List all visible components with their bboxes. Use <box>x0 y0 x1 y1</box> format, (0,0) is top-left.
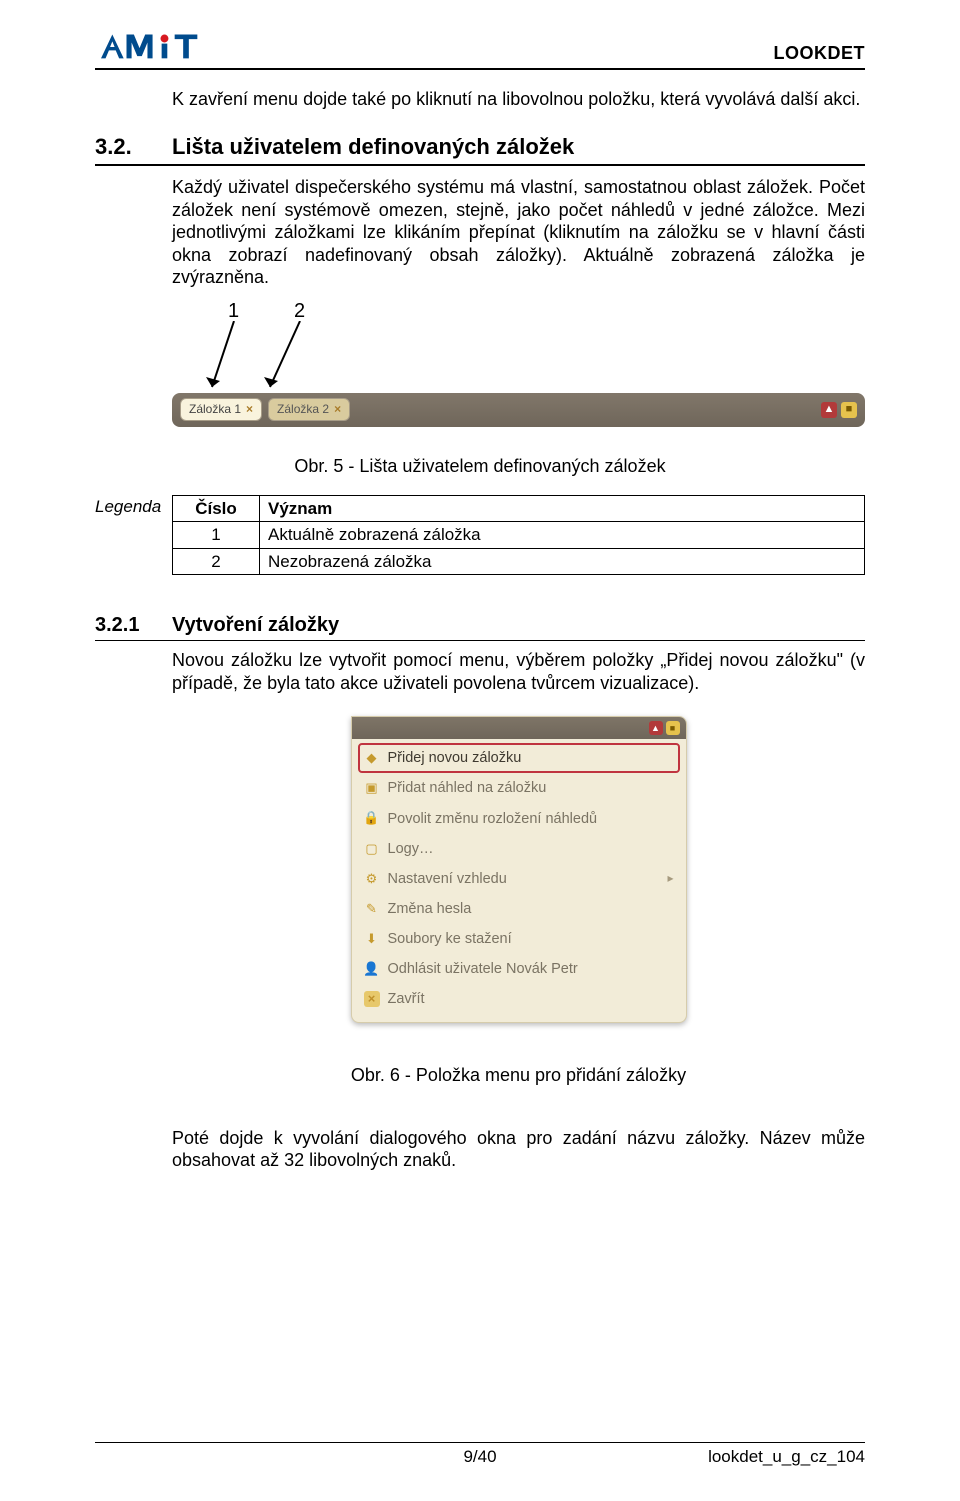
menu-item-add-tab[interactable]: ◆ Přidej novou záložku <box>358 743 680 773</box>
menu-item-label: Změna hesla <box>388 900 472 918</box>
legend-label: Legenda <box>95 495 172 575</box>
tag-icon: ◆ <box>364 750 380 766</box>
window-add-icon: ▣ <box>364 780 380 796</box>
subsection-number: 3.2.1 <box>95 613 172 638</box>
alert-button[interactable]: ▲ <box>821 402 837 418</box>
intro-block: K zavření menu dojde také po kliknutí na… <box>172 88 865 111</box>
tab-label: Záložka 1 <box>189 402 241 417</box>
menu-item-change-password[interactable]: ✎ Změna hesla <box>358 894 680 924</box>
page-number: 9/40 <box>95 1446 865 1467</box>
section-3-2-1-paragraph: Novou záložku lze vytvořit pomocí menu, … <box>172 649 865 694</box>
figure-5-caption: Obr. 5 - Lišta uživatelem definovaných z… <box>95 455 865 478</box>
menu-button[interactable]: ■ <box>666 721 680 735</box>
page-footer: 9/40 lookdet_u_g_cz_104 <box>95 1442 865 1467</box>
close-icon[interactable]: × <box>246 402 253 417</box>
menu-top-strip: ▲ ■ <box>352 717 686 739</box>
document-name: LOOKDET <box>774 42 866 65</box>
section-3-2-1-heading: 3.2.1 Vytvoření záložky <box>95 613 865 638</box>
menu-item-label: Přidej novou záložku <box>388 749 522 767</box>
legend-block: Legenda Číslo Význam 1 Aktuálně zobrazen… <box>95 495 865 575</box>
trailing-paragraph: Poté dojde k vyvolání dialogového okna p… <box>172 1127 865 1172</box>
download-icon: ⬇ <box>364 931 380 947</box>
legend-row-number: 1 <box>173 522 260 548</box>
legend-row-meaning: Nezobrazená záložka <box>260 548 865 574</box>
amit-logo <box>95 30 209 64</box>
chevron-right-icon: ▸ <box>667 871 673 886</box>
menu-item-appearance[interactable]: ⚙ Nastavení vzhledu ▸ <box>358 864 680 894</box>
section-3-2-heading: 3.2. Lišta uživatelem definovaných zálož… <box>95 133 865 161</box>
table-row: 2 Nezobrazená záložka <box>173 548 865 574</box>
menu-item-add-view[interactable]: ▣ Přidat náhled na záložku <box>358 773 680 803</box>
menu-item-label: Soubory ke stažení <box>388 930 512 948</box>
legend-row-number: 2 <box>173 548 260 574</box>
alert-button[interactable]: ▲ <box>649 721 663 735</box>
arrow-1 <box>206 321 240 399</box>
figure-6-caption: Obr. 6 - Položka menu pro přidání záložk… <box>172 1064 865 1087</box>
intro-paragraph: K zavření menu dojde také po kliknutí na… <box>172 88 865 111</box>
figure-5: 1 2 Záložka 1 × Záložka 2 × <box>172 299 865 427</box>
menu-item-allow-layout[interactable]: 🔒 Povolit změnu rozložení náhledů <box>358 804 680 834</box>
table-row: 1 Aktuálně zobrazená záložka <box>173 522 865 548</box>
box-icon: ▢ <box>364 841 380 857</box>
figure-6-menu: ▲ ■ ◆ Přidej novou záložku ▣ Přidat náhl… <box>351 716 687 1023</box>
legend-table: Číslo Význam 1 Aktuálně zobrazená záložk… <box>172 495 865 575</box>
tab-zalozka-1[interactable]: Záložka 1 × <box>180 398 262 421</box>
menu-item-downloads[interactable]: ⬇ Soubory ke stažení <box>358 924 680 954</box>
legend-row-meaning: Aktuálně zobrazená záložka <box>260 522 865 548</box>
tab-bar: Záložka 1 × Záložka 2 × ▲ ■ <box>172 393 865 427</box>
page-header: LOOKDET <box>95 30 865 70</box>
menu-item-label: Logy… <box>388 840 434 858</box>
tab-label: Záložka 2 <box>277 402 329 417</box>
menu-button[interactable]: ■ <box>841 402 857 418</box>
close-icon: × <box>364 991 380 1007</box>
menu-item-label: Přidat náhled na záložku <box>388 779 547 797</box>
legend-head-number: Číslo <box>173 496 260 522</box>
pencil-icon: ✎ <box>364 901 380 917</box>
subsection-rule <box>95 640 865 642</box>
menu-item-logout[interactable]: 👤 Odhlásit uživatele Novák Petr <box>358 954 680 984</box>
section-number: 3.2. <box>95 133 172 161</box>
user-icon: 👤 <box>364 961 380 977</box>
menu-item-label: Zavřít <box>388 990 425 1008</box>
section-3-2-paragraph: Každý uživatel dispečerského systému má … <box>172 176 865 289</box>
gear-icon: ⚙ <box>364 871 380 887</box>
menu-item-label: Nastavení vzhledu <box>388 870 507 888</box>
subsection-title-text: Vytvoření záložky <box>172 613 339 638</box>
legend-head-meaning: Význam <box>260 496 865 522</box>
section-rule <box>95 164 865 166</box>
menu-item-logs[interactable]: ▢ Logy… <box>358 834 680 864</box>
arrow-2 <box>262 321 306 399</box>
menu-item-close[interactable]: × Zavřít <box>358 984 680 1014</box>
menu-item-label: Povolit změnu rozložení náhledů <box>388 810 598 828</box>
menu-item-label: Odhlásit uživatele Novák Petr <box>388 960 578 978</box>
menu-list: ◆ Přidej novou záložku ▣ Přidat náhled n… <box>352 739 686 1022</box>
lock-icon: 🔒 <box>364 811 380 827</box>
close-icon[interactable]: × <box>334 402 341 417</box>
section-title-text: Lišta uživatelem definovaných záložek <box>172 133 574 161</box>
tab-zalozka-2[interactable]: Záložka 2 × <box>268 398 350 421</box>
